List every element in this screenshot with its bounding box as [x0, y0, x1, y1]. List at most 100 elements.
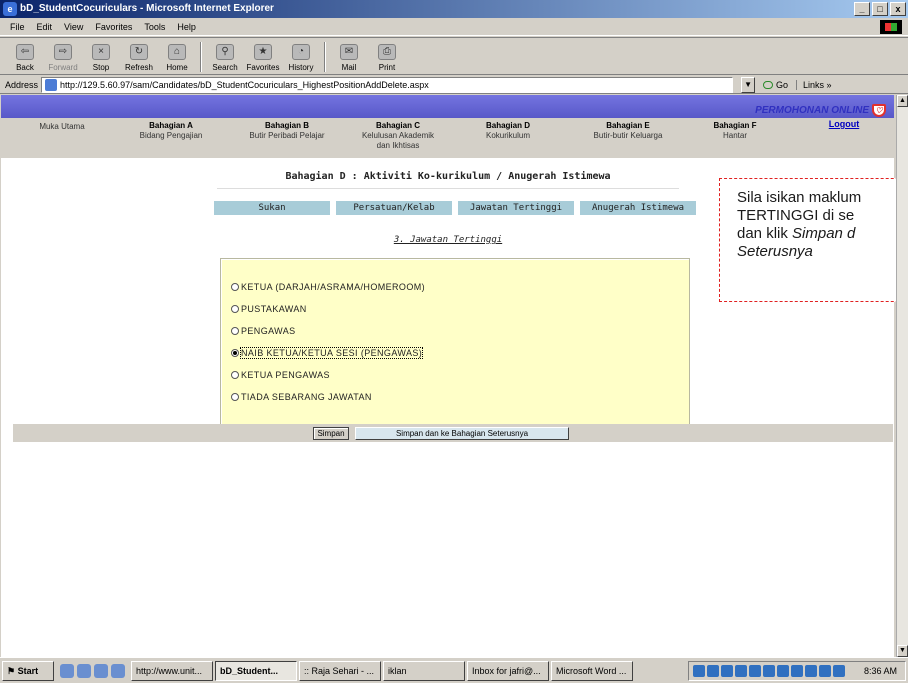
callout-line-2: TERTINGGI di se	[737, 207, 855, 224]
brand-logo: PERMOHONAN ONLINE ♡	[755, 104, 886, 117]
mail-button[interactable]: ✉ Mail	[330, 38, 368, 74]
address-bar: Address http://129.5.60.97/sam/Candidate…	[0, 76, 908, 94]
system-tray: 8:36 AM	[688, 661, 906, 681]
tab-sukan[interactable]: Sukan	[214, 201, 330, 215]
tray-icon[interactable]	[805, 665, 817, 677]
address-label: Address	[5, 79, 39, 90]
instruction-callout: Sila isikan maklum TERTINGGI di se dan k…	[719, 178, 908, 302]
tray-icon[interactable]	[833, 665, 845, 677]
radio-button[interactable]	[231, 371, 239, 379]
scroll-down-icon[interactable]: ▼	[897, 645, 908, 657]
option-tiada-jawatan[interactable]: TIADA SEBARANG JAWATAN	[231, 392, 372, 402]
refresh-icon: ↻	[130, 44, 148, 60]
tab-jawatan-tertinggi[interactable]: Jawatan Tertinggi	[458, 201, 574, 215]
tray-icon[interactable]	[707, 665, 719, 677]
quick-launch-icon[interactable]	[94, 663, 108, 678]
radio-button[interactable]	[231, 327, 239, 335]
save-and-next-button[interactable]: Simpan dan ke Bahagian Seterusnya	[355, 427, 569, 440]
nav-bahagian-a[interactable]: Bahagian A Bidang Pengajian	[131, 121, 211, 141]
menu-bar: File Edit View Favorites Tools Help	[0, 18, 908, 36]
menu-help[interactable]: Help	[171, 22, 202, 32]
go-button[interactable]: Go	[755, 80, 796, 90]
scroll-up-icon[interactable]: ▲	[897, 95, 908, 107]
nav-bahagian-d[interactable]: Bahagian D Kokurikulum	[473, 121, 543, 141]
logout-link[interactable]: Logout	[819, 119, 869, 129]
option-naib-ketua[interactable]: NAIB KETUA/KETUA SESI (PENGAWAS)	[231, 347, 424, 359]
address-input[interactable]: http://129.5.60.97/sam/Candidates/bD_Stu…	[41, 76, 734, 93]
nav-bahagian-f[interactable]: Bahagian F Hantar	[705, 121, 765, 141]
action-bar: Simpan Simpan dan ke Bahagian Seterusnya	[13, 424, 893, 442]
option-pustakawan[interactable]: PUSTAKAWAN	[231, 304, 307, 314]
close-button[interactable]: x	[890, 2, 906, 16]
mail-icon: ✉	[340, 44, 358, 60]
save-button[interactable]: Simpan	[313, 427, 349, 440]
quick-launch-icon[interactable]	[77, 663, 91, 678]
menu-favorites[interactable]: Favorites	[89, 22, 138, 32]
print-button[interactable]: ⎙ Print	[368, 38, 406, 74]
radio-button[interactable]	[231, 305, 239, 313]
option-pengawas[interactable]: PENGAWAS	[231, 326, 296, 336]
tray-icon[interactable]	[791, 665, 803, 677]
stop-button[interactable]: × Stop	[82, 38, 120, 74]
quick-launch	[56, 663, 129, 678]
nav-home[interactable]: Muka Utama	[27, 121, 97, 132]
section-nav: Muka Utama Bahagian A Bidang Pengajian B…	[1, 118, 894, 158]
search-button[interactable]: ⚲ Search	[206, 38, 244, 74]
address-dropdown-icon[interactable]: ▼	[741, 76, 756, 93]
menu-file[interactable]: File	[4, 22, 31, 32]
subsection-tabs: Sukan Persatuan/Kelab Jawatan Tertinggi …	[214, 201, 696, 215]
taskbar-item[interactable]: iklan	[383, 660, 465, 681]
taskbar-item-active[interactable]: bD_Student...	[215, 660, 297, 681]
quick-launch-icon[interactable]	[60, 663, 74, 678]
maximize-button[interactable]: □	[872, 2, 888, 16]
title-bar[interactable]: e bD_StudentCocuriculars - Microsoft Int…	[0, 0, 908, 18]
quick-launch-icon[interactable]	[111, 663, 125, 678]
taskbar-item[interactable]: http://www.unit...	[131, 660, 213, 681]
tab-anugerah-istimewa[interactable]: Anugerah Istimewa	[580, 201, 696, 215]
radio-button[interactable]	[231, 283, 239, 291]
refresh-button[interactable]: ↻ Refresh	[120, 38, 158, 74]
start-button[interactable]: ⚑ Start	[2, 660, 54, 681]
vertical-scrollbar[interactable]: ▲ ▼	[896, 95, 908, 657]
position-options-panel: KETUA (DARJAH/ASRAMA/HOMEROOM) PUSTAKAWA…	[220, 258, 690, 437]
toolbar-separator	[324, 42, 326, 72]
history-button[interactable]: ◔ History	[282, 38, 320, 74]
radio-button-selected[interactable]	[231, 349, 239, 357]
tray-icon[interactable]	[749, 665, 761, 677]
tray-icon[interactable]	[693, 665, 705, 677]
back-button[interactable]: ⇦ Back	[6, 38, 44, 74]
history-icon: ◔	[292, 44, 310, 60]
tray-icon[interactable]	[721, 665, 733, 677]
forward-button[interactable]: ⇨ Forward	[44, 38, 82, 74]
tab-persatuan-kelab[interactable]: Persatuan/Kelab	[336, 201, 452, 215]
home-button[interactable]: ⌂ Home	[158, 38, 196, 74]
stop-icon: ×	[92, 44, 110, 60]
tray-icon[interactable]	[777, 665, 789, 677]
taskbar-item[interactable]: Inbox for jafri@...	[467, 660, 549, 681]
menu-view[interactable]: View	[58, 22, 89, 32]
menu-edit[interactable]: Edit	[31, 22, 59, 32]
option-ketua[interactable]: KETUA (DARJAH/ASRAMA/HOMEROOM)	[231, 282, 425, 292]
tray-icon[interactable]	[763, 665, 775, 677]
nav-bahagian-c[interactable]: Bahagian C Kelulusan Akademik dan Ikhtis…	[353, 121, 443, 151]
clock: 8:36 AM	[863, 666, 897, 676]
nav-bahagian-b[interactable]: Bahagian B Butir Peribadi Pelajar	[237, 121, 337, 141]
minimize-button[interactable]: _	[854, 2, 870, 16]
site-banner: PERMOHONAN ONLINE ♡	[1, 95, 894, 118]
back-arrow-icon: ⇦	[16, 44, 34, 60]
nav-bahagian-e[interactable]: Bahagian E Butir-butir Keluarga	[573, 121, 683, 141]
home-icon: ⌂	[168, 44, 186, 60]
favorites-button[interactable]: ★ Favorites	[244, 38, 282, 74]
heart-logo-icon: ♡	[872, 104, 886, 117]
menu-tools[interactable]: Tools	[138, 22, 171, 32]
radio-button[interactable]	[231, 393, 239, 401]
taskbar-item[interactable]: :: Raja Sehari - ...	[299, 660, 381, 681]
go-arrow-icon	[763, 80, 774, 89]
print-icon: ⎙	[378, 44, 396, 60]
links-button[interactable]: Links »	[796, 79, 832, 90]
tray-icon[interactable]	[819, 665, 831, 677]
option-ketua-pengawas[interactable]: KETUA PENGAWAS	[231, 370, 330, 380]
taskbar-item[interactable]: Microsoft Word ...	[551, 660, 633, 681]
tray-icon[interactable]	[735, 665, 747, 677]
ie-logo-icon: e	[3, 2, 17, 16]
